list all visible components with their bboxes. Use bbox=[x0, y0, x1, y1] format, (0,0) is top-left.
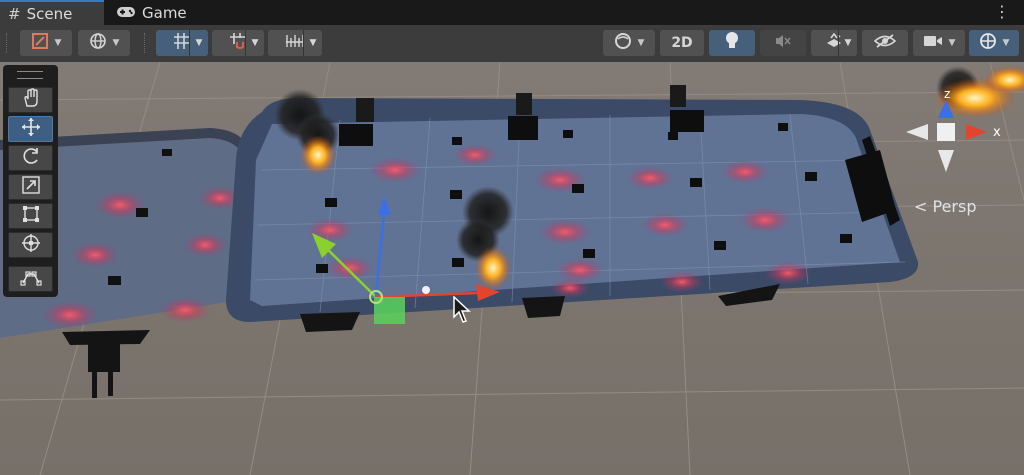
hand-tool-button[interactable] bbox=[8, 87, 53, 113]
gizmos-icon bbox=[979, 32, 997, 54]
gizmos-button[interactable]: ▼ bbox=[969, 30, 1019, 56]
chevron-down-icon: ▼ bbox=[637, 38, 645, 48]
hand-icon bbox=[21, 88, 41, 112]
visibility-icon bbox=[873, 33, 897, 53]
chevron-down-icon: ▼ bbox=[189, 30, 208, 56]
draw-mode-button[interactable]: ▼ bbox=[20, 30, 72, 56]
lightbulb-icon bbox=[724, 31, 740, 55]
scale-icon bbox=[21, 175, 41, 199]
projection-label: Persp bbox=[932, 197, 977, 216]
move-tool-button[interactable] bbox=[8, 116, 53, 142]
chevron-down-icon: ▼ bbox=[838, 30, 857, 56]
scale-tool-button[interactable] bbox=[8, 174, 53, 200]
chevron-down-icon: ▼ bbox=[1002, 38, 1010, 48]
transform-icon bbox=[21, 233, 41, 257]
tab-scene[interactable]: # Scene bbox=[0, 0, 104, 25]
move-arrows-icon bbox=[21, 117, 41, 141]
audio-toggle-button[interactable] bbox=[760, 30, 806, 56]
palette-grip[interactable] bbox=[17, 71, 43, 79]
tab-scene-label: Scene bbox=[26, 4, 73, 23]
lighting-toggle-button[interactable] bbox=[709, 30, 755, 56]
more-options-icon[interactable]: ⋮ bbox=[994, 2, 1010, 21]
gamepad-icon bbox=[116, 4, 136, 22]
sphere-icon bbox=[614, 32, 632, 54]
scene-toolbar: ▼ ▼ ▼ ▼ ▼ ▼ 2D ▼ ▼ ▼ bbox=[0, 25, 1024, 63]
tool-palette bbox=[3, 65, 58, 297]
globe-icon bbox=[89, 32, 107, 54]
effects-button[interactable]: ▼ bbox=[811, 30, 857, 56]
chevron-down-icon: ▼ bbox=[54, 38, 62, 48]
grid-snap-button[interactable]: ▼ bbox=[156, 30, 208, 56]
window-tab-bar: # Scene Game ⋮ bbox=[0, 0, 1024, 25]
custom-tool-button[interactable] bbox=[8, 266, 53, 292]
toolbar-grip bbox=[6, 33, 9, 53]
chevron-down-icon: ▼ bbox=[112, 38, 120, 48]
xz-plane-handle[interactable] bbox=[374, 297, 405, 324]
render-mode-button[interactable]: ▼ bbox=[603, 30, 655, 56]
chevron-down-icon: ▼ bbox=[303, 30, 322, 56]
rect-transform-icon bbox=[21, 204, 41, 228]
toggle-2d-button[interactable]: 2D bbox=[660, 30, 704, 56]
ruler-icon bbox=[285, 33, 305, 53]
gizmo-x-label: x bbox=[993, 125, 1001, 140]
gizmo-z-label: z bbox=[944, 87, 950, 101]
audio-mute-icon bbox=[774, 33, 792, 53]
scene-visibility-button[interactable] bbox=[862, 30, 908, 56]
transform-tool-button[interactable] bbox=[8, 232, 53, 258]
increment-snap-button[interactable]: ▼ bbox=[212, 30, 264, 56]
global-local-button[interactable]: ▼ bbox=[78, 30, 130, 56]
chevron-left-icon: < bbox=[914, 197, 928, 216]
shading-mode-icon bbox=[31, 32, 49, 54]
custom-editor-tool-icon bbox=[19, 268, 42, 290]
ruler-button[interactable]: ▼ bbox=[268, 30, 322, 56]
rotate-tool-button[interactable] bbox=[8, 145, 53, 171]
projection-toggle[interactable]: < Persp bbox=[914, 197, 977, 216]
rect-tool-button[interactable] bbox=[8, 203, 53, 229]
toolbar-separator bbox=[144, 33, 147, 53]
scene-viewport[interactable]: z x bbox=[0, 62, 1024, 475]
rotate-icon bbox=[21, 146, 41, 170]
chevron-down-icon: ▼ bbox=[245, 30, 264, 56]
hash-icon: # bbox=[8, 4, 21, 23]
camera-icon bbox=[923, 34, 943, 52]
mouse-cursor-icon bbox=[453, 296, 471, 323]
toggle-2d-label: 2D bbox=[671, 35, 693, 51]
tab-game-label: Game bbox=[142, 3, 187, 22]
chevron-down-icon: ▼ bbox=[948, 38, 956, 48]
camera-settings-button[interactable]: ▼ bbox=[913, 30, 965, 56]
tab-game[interactable]: Game bbox=[116, 0, 206, 25]
